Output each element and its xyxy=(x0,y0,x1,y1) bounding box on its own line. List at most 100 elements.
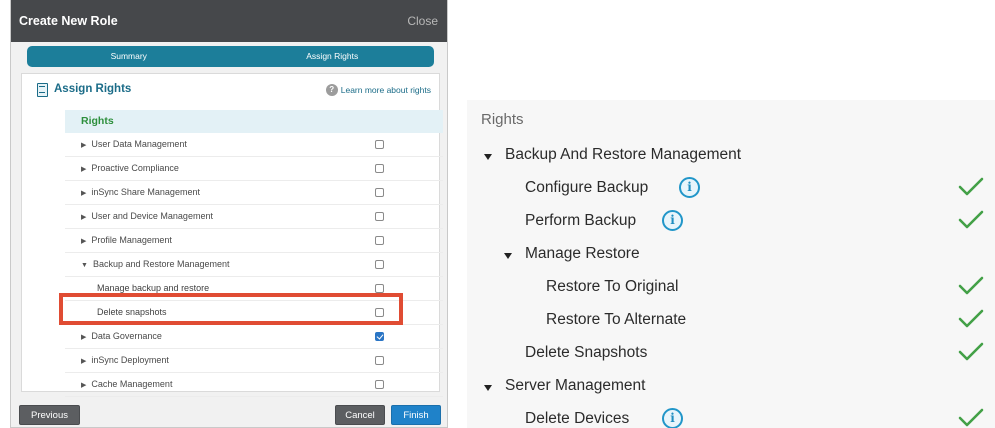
triangle-right-icon[interactable]: ▶ xyxy=(81,214,86,221)
rights-row[interactable]: ▶ Proactive Compliance xyxy=(65,157,443,181)
finish-button[interactable]: Finish xyxy=(391,405,441,425)
rights-checkbox[interactable] xyxy=(375,188,384,197)
rights-row[interactable]: Manage backup and restore xyxy=(65,277,443,301)
rights-list: ▶ User Data Management ▶ Proactive Complian… xyxy=(65,133,443,397)
rights-row-text: Cache Management xyxy=(91,379,173,389)
rights-view-row: Server Management xyxy=(467,373,995,401)
rights-row-text: Proactive Compliance xyxy=(91,163,179,173)
rights-checkbox[interactable] xyxy=(375,332,384,341)
rights-checkbox[interactable] xyxy=(375,140,384,149)
caret-down-icon[interactable] xyxy=(504,253,512,259)
assign-rights-icon xyxy=(37,83,48,97)
rights-row[interactable]: ▶ Profile Management xyxy=(65,229,443,253)
rights-row-text: Data Governance xyxy=(91,331,162,341)
triangle-right-icon[interactable]: ▶ xyxy=(81,238,86,245)
triangle-right-icon[interactable]: ▶ xyxy=(81,190,86,197)
rights-row[interactable]: ▶ Cache Management xyxy=(65,373,443,397)
rights-row[interactable]: ▶ Data Governance xyxy=(65,325,443,349)
rights-checkbox[interactable] xyxy=(375,236,384,245)
rights-row-label: ▶ Cache Management xyxy=(81,379,172,389)
rights-column-header: Rights xyxy=(65,110,443,133)
rights-view-label: Restore To Alternate xyxy=(546,311,687,328)
rights-view-label: Restore To Original xyxy=(546,278,679,295)
rights-view-title: Rights xyxy=(481,111,524,128)
rights-row-text: User and Device Management xyxy=(91,211,213,221)
rights-view-label: Server Management xyxy=(505,377,646,394)
triangle-right-icon[interactable]: ▶ xyxy=(81,358,86,365)
rights-row-text: Backup and Restore Management xyxy=(92,259,230,269)
rights-row-label: Manage backup and restore xyxy=(97,283,209,293)
info-icon[interactable]: i xyxy=(662,408,683,428)
create-role-dialog: Create New Role Close Summary Assign Rig… xyxy=(10,0,448,428)
rights-row[interactable]: ▼ Backup and Restore Management xyxy=(65,253,443,277)
rights-row-text: Delete snapshots xyxy=(97,307,167,317)
rights-row-text: inSync Share Management xyxy=(91,187,200,197)
rights-row-label: ▶ inSync Share Management xyxy=(81,187,200,197)
wizard-steps: Summary Assign Rights xyxy=(27,46,434,67)
rights-view-row: Restore To Alternate xyxy=(467,307,995,335)
triangle-right-icon[interactable]: ▶ xyxy=(81,382,86,389)
learn-more-link[interactable]: ? Learn more about rights xyxy=(325,84,431,96)
rights-view-label: Backup And Restore Management xyxy=(505,146,742,163)
assign-rights-panel: Assign Rights ? Learn more about rights … xyxy=(21,73,443,397)
rights-row-label: Delete snapshots xyxy=(97,307,167,317)
dialog-footer: Previous Cancel Finish xyxy=(11,400,447,427)
rights-checkbox[interactable] xyxy=(375,260,384,269)
learn-more-text[interactable]: Learn more about rights xyxy=(341,85,431,95)
checkmark-icon xyxy=(958,177,984,196)
rights-row-text: Manage backup and restore xyxy=(97,283,210,293)
rights-view-panel: Rights Backup And Restore Management Conf… xyxy=(467,100,995,428)
rights-view-label: Delete Devices xyxy=(525,410,630,427)
previous-button[interactable]: Previous xyxy=(19,405,80,425)
triangle-right-icon[interactable]: ▶ xyxy=(81,334,86,341)
dialog-title: Create New Role xyxy=(19,14,118,28)
rights-view-label: Perform Backup xyxy=(525,212,637,229)
triangle-down-icon[interactable]: ▼ xyxy=(81,262,88,269)
rights-view-label: Configure Backup xyxy=(525,179,649,196)
rights-row[interactable]: ▶ User Data Management xyxy=(65,133,443,157)
close-button[interactable]: Close xyxy=(407,14,438,28)
checkmark-icon xyxy=(958,408,984,427)
rights-view-label: Delete Snapshots xyxy=(525,344,648,361)
rights-checkbox[interactable] xyxy=(375,380,384,389)
rights-header-label: Rights xyxy=(81,115,114,127)
rights-row-text: User Data Management xyxy=(91,139,187,149)
rights-view-row: Backup And Restore Management xyxy=(467,142,995,170)
triangle-right-icon[interactable]: ▶ xyxy=(81,142,86,149)
caret-down-icon[interactable] xyxy=(484,385,492,391)
wizard-step-assign-rights[interactable]: Assign Rights xyxy=(231,46,435,67)
caret-down-icon[interactable] xyxy=(484,154,492,160)
rights-row[interactable]: ▶ inSync Share Management xyxy=(65,181,443,205)
section-title: Assign Rights xyxy=(54,83,132,95)
rights-checkbox[interactable] xyxy=(375,284,384,293)
rights-row-label: ▶ inSync Deployment xyxy=(81,355,169,365)
rights-row-text: inSync Deployment xyxy=(91,355,169,365)
rights-checkbox[interactable] xyxy=(375,164,384,173)
section-header: Assign Rights ? Learn more about rights xyxy=(22,74,439,106)
checkmark-icon xyxy=(958,276,984,295)
rights-checkbox[interactable] xyxy=(375,212,384,221)
rights-row[interactable]: ▶ inSync Deployment xyxy=(65,349,443,373)
wizard-step-summary[interactable]: Summary xyxy=(27,46,231,67)
rights-row-label: ▶ User and Device Management xyxy=(81,211,213,221)
rights-view-row: Perform Backup i xyxy=(467,208,995,236)
cancel-button[interactable]: Cancel xyxy=(335,405,385,425)
rights-row-label: ▶ Profile Management xyxy=(81,235,172,245)
triangle-right-icon[interactable]: ▶ xyxy=(81,166,86,173)
rights-checkbox[interactable] xyxy=(375,308,384,317)
rights-view-label: Manage Restore xyxy=(525,245,640,262)
rights-checkbox[interactable] xyxy=(375,356,384,365)
rights-view-row: Restore To Original xyxy=(467,274,995,302)
rights-view-row: Configure Backup i xyxy=(467,175,995,203)
info-icon[interactable]: i xyxy=(679,177,700,198)
rights-view-row: Delete Snapshots xyxy=(467,340,995,368)
rights-row[interactable]: ▶ User and Device Management xyxy=(65,205,443,229)
checkmark-icon xyxy=(958,309,984,328)
rights-row[interactable]: Delete snapshots xyxy=(65,301,443,325)
screenshot-root: Create New Role Close Summary Assign Rig… xyxy=(0,0,995,428)
info-icon[interactable]: i xyxy=(662,210,683,231)
rights-row-label: ▶ User Data Management xyxy=(81,139,187,149)
dialog-header: Create New Role Close xyxy=(11,0,447,42)
rights-row-label: ▶ Proactive Compliance xyxy=(81,163,179,173)
checkmark-icon xyxy=(958,342,984,361)
